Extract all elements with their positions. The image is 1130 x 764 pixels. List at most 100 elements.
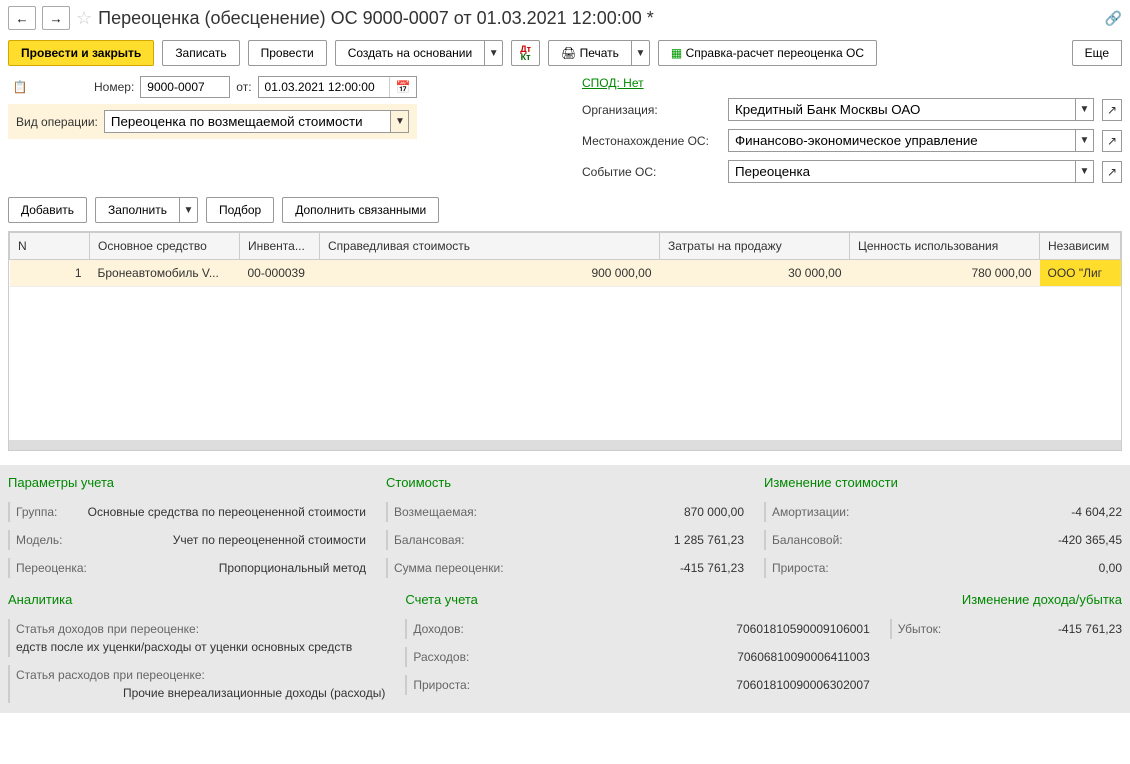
- extend-button[interactable]: Дополнить связанными: [282, 197, 439, 223]
- post-button[interactable]: Провести: [248, 40, 327, 66]
- location-open-button[interactable]: ↗: [1102, 130, 1122, 152]
- accounts-title: Счета учета: [405, 592, 869, 607]
- acc-inc-value: 70601810590009106001: [736, 622, 869, 636]
- dtkt-button[interactable]: ДтКт: [511, 40, 540, 66]
- group-value: Основные средства по переоцененной стоим…: [88, 505, 366, 519]
- pick-button[interactable]: Подбор: [206, 197, 274, 223]
- col-usevalue[interactable]: Ценность использования: [850, 233, 1040, 260]
- table-row[interactable]: 1 Бронеавтомобиль V... 00-000039 900 000…: [10, 260, 1121, 287]
- cell-usevalue[interactable]: 780 000,00: [850, 260, 1040, 287]
- delta-title: Изменение стоимости: [764, 475, 1122, 490]
- print-button[interactable]: 🖨 Печать: [548, 40, 632, 66]
- cell-inv[interactable]: 00-000039: [240, 260, 320, 287]
- date-input[interactable]: [259, 77, 389, 97]
- profit-title: Изменение дохода/убытка: [890, 592, 1122, 607]
- acc-grow-label: Прироста:: [413, 678, 470, 692]
- loss-label: Убыток:: [898, 622, 941, 636]
- amort-label: Амортизации:: [772, 505, 849, 519]
- number-input[interactable]: [140, 76, 230, 98]
- chevron-down-icon: ▼: [184, 205, 194, 216]
- save-button[interactable]: Записать: [162, 40, 239, 66]
- loss-value: -415 761,23: [1058, 622, 1122, 636]
- group-label: Группа:: [16, 505, 57, 519]
- income-article-label: Статья доходов при переоценке:: [16, 622, 199, 636]
- operation-type-dropdown[interactable]: ▼: [391, 110, 409, 133]
- model-value: Учет по переоцененной стоимости: [173, 533, 366, 547]
- chevron-down-icon: ▼: [635, 48, 645, 59]
- bal-value: 1 285 761,23: [674, 533, 744, 547]
- acc-exp-value: 70606810090006411003: [737, 650, 870, 664]
- expense-article-value: Прочие внереализационные доходы (расходы…: [16, 686, 385, 700]
- number-label: Номер:: [94, 80, 134, 94]
- cost-reval-value: -415 761,23: [680, 561, 744, 575]
- add-button[interactable]: Добавить: [8, 197, 87, 223]
- reval-label: Переоценка:: [16, 561, 87, 575]
- horizontal-scrollbar[interactable]: [9, 440, 1121, 450]
- cost-reval-label: Сумма переоценки:: [394, 561, 504, 575]
- col-indep[interactable]: Независим: [1040, 233, 1121, 260]
- col-asset[interactable]: Основное средство: [90, 233, 240, 260]
- nav-back-button[interactable]: ←: [8, 6, 36, 30]
- organization-input[interactable]: [728, 98, 1076, 121]
- create-based-dropdown[interactable]: ▼: [485, 40, 503, 66]
- print-dropdown[interactable]: ▼: [632, 40, 650, 66]
- nav-forward-button[interactable]: →: [42, 6, 70, 30]
- assets-table-wrap: N Основное средство Инвента... Справедли…: [8, 231, 1122, 451]
- location-label: Местонахождение ОС:: [582, 134, 722, 148]
- col-n[interactable]: N: [10, 233, 90, 260]
- fill-dropdown[interactable]: ▼: [180, 197, 198, 223]
- date-input-wrap: 📅: [258, 76, 418, 98]
- delta-bal-value: -420 365,45: [1058, 533, 1122, 547]
- bal-label: Балансовая:: [394, 533, 464, 547]
- cell-salecost[interactable]: 30 000,00: [660, 260, 850, 287]
- link-icon[interactable]: 🔗: [1105, 10, 1122, 27]
- favorite-star-icon[interactable]: ☆: [76, 8, 92, 29]
- delta-bal-label: Балансовой:: [772, 533, 843, 547]
- organization-dropdown[interactable]: ▼: [1076, 98, 1094, 121]
- report-button[interactable]: ▦ Справка-расчет переоценка ОС: [658, 40, 877, 66]
- col-inv[interactable]: Инвента...: [240, 233, 320, 260]
- chevron-down-icon: ▼: [1080, 135, 1090, 146]
- chevron-down-icon: ▼: [1080, 104, 1090, 115]
- from-label: от:: [236, 80, 251, 94]
- event-label: Событие ОС:: [582, 165, 722, 179]
- post-close-button[interactable]: Провести и закрыть: [8, 40, 154, 66]
- grow-label: Прироста:: [772, 561, 829, 575]
- cell-n[interactable]: 1: [10, 260, 90, 287]
- dtkt-icon: ДтКт: [520, 45, 531, 61]
- create-based-button[interactable]: Создать на основании: [335, 40, 486, 66]
- organization-open-button[interactable]: ↗: [1102, 99, 1122, 121]
- col-salecost[interactable]: Затраты на продажу: [660, 233, 850, 260]
- location-dropdown[interactable]: ▼: [1076, 129, 1094, 152]
- recov-label: Возмещаемая:: [394, 505, 477, 519]
- fill-button[interactable]: Заполнить: [95, 197, 180, 223]
- model-label: Модель:: [16, 533, 62, 547]
- grow-value: 0,00: [1099, 561, 1122, 575]
- event-dropdown[interactable]: ▼: [1076, 160, 1094, 183]
- income-article-value: едств после их уценки/расходы от уценки …: [16, 640, 352, 654]
- more-button[interactable]: Еще: [1072, 40, 1122, 66]
- printer-icon: 🖨: [561, 46, 576, 60]
- event-input[interactable]: [728, 160, 1076, 183]
- event-open-button[interactable]: ↗: [1102, 161, 1122, 183]
- cell-indep[interactable]: ООО "Лиг: [1040, 260, 1121, 287]
- acc-grow-value: 70601810090006302007: [736, 678, 869, 692]
- arrow-right-icon: →: [49, 11, 62, 26]
- page-title: Переоценка (обесценение) ОС 9000-0007 от…: [98, 8, 654, 29]
- chevron-down-icon: ▼: [395, 116, 405, 127]
- location-input[interactable]: [728, 129, 1076, 152]
- spod-link[interactable]: СПОД: Нет: [582, 76, 1122, 90]
- cell-fair[interactable]: 900 000,00: [320, 260, 660, 287]
- chevron-down-icon: ▼: [1080, 166, 1090, 177]
- operation-type-input[interactable]: [104, 110, 392, 133]
- arrow-left-icon: ←: [15, 11, 28, 26]
- assets-table[interactable]: N Основное средство Инвента... Справедли…: [9, 232, 1121, 287]
- calendar-icon[interactable]: 📅: [389, 77, 417, 97]
- cost-title: Стоимость: [386, 475, 744, 490]
- operation-type-label: Вид операции:: [16, 115, 98, 129]
- col-fair[interactable]: Справедливая стоимость: [320, 233, 660, 260]
- acc-inc-label: Доходов:: [413, 622, 463, 636]
- organization-label: Организация:: [582, 103, 722, 117]
- cell-asset[interactable]: Бронеавтомобиль V...: [90, 260, 240, 287]
- document-icon: 📋: [8, 78, 32, 96]
